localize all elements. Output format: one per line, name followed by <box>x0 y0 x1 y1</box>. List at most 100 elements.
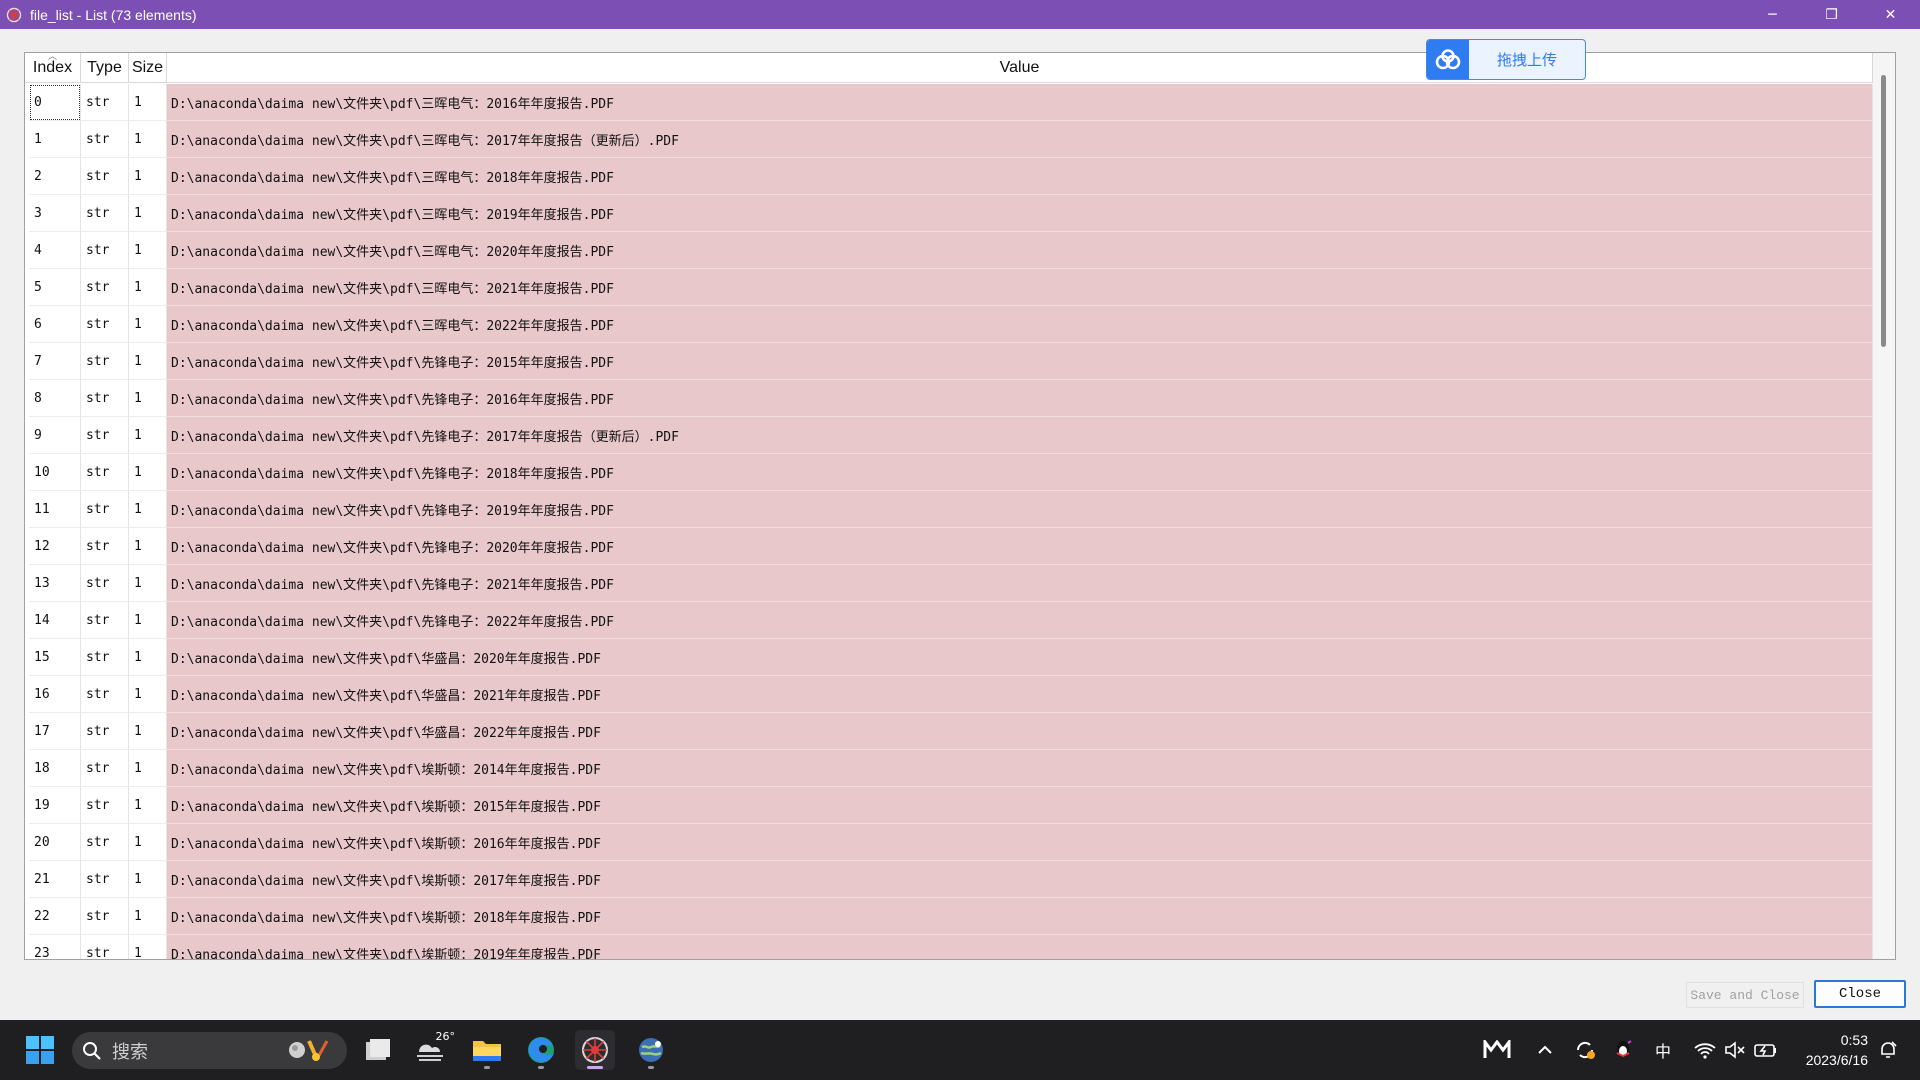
cell-index[interactable]: 19 <box>29 787 81 824</box>
cell-size[interactable]: 1 <box>129 787 167 824</box>
header-value[interactable]: Value <box>167 53 1873 83</box>
cell-value[interactable]: D:\anaconda\daima new\文件夹\pdf\埃斯顿：2015年年… <box>167 787 1873 824</box>
cell-size[interactable]: 1 <box>129 935 167 959</box>
list-table[interactable]: ︿ Index Type Size Value 0 str 1 D:\anaconda… <box>24 52 1896 960</box>
cell-value[interactable]: D:\anaconda\daima new\文件夹\pdf\华盛昌：2022年年… <box>167 713 1873 750</box>
cell-value[interactable]: D:\anaconda\daima new\文件夹\pdf\先锋电子：2018年… <box>167 454 1873 491</box>
cell-size[interactable]: 1 <box>129 84 167 121</box>
cell-index[interactable]: 10 <box>29 454 81 491</box>
cell-type[interactable]: str <box>81 639 129 676</box>
cell-value[interactable]: D:\anaconda\daima new\文件夹\pdf\埃斯顿：2016年年… <box>167 824 1873 861</box>
table-row[interactable]: 9 str 1 D:\anaconda\daima new\文件夹\pdf\先锋电子：… <box>29 417 1873 454</box>
cell-index[interactable]: 14 <box>29 602 81 639</box>
cell-type[interactable]: str <box>81 935 129 959</box>
cell-value[interactable]: D:\anaconda\daima new\文件夹\pdf\三晖电气：2016年… <box>167 84 1873 121</box>
header-type[interactable]: Type <box>81 53 129 83</box>
close-button[interactable]: Close <box>1814 980 1906 1008</box>
cell-type[interactable]: str <box>81 565 129 602</box>
cell-type[interactable]: str <box>81 269 129 306</box>
cell-index[interactable]: 11 <box>29 491 81 528</box>
cell-index[interactable]: 3 <box>29 195 81 232</box>
cell-index[interactable]: 12 <box>29 528 81 565</box>
cell-index[interactable]: 2 <box>29 158 81 195</box>
header-size[interactable]: Size <box>129 53 167 83</box>
qq-icon[interactable] <box>1613 1040 1633 1060</box>
cell-size[interactable]: 1 <box>129 565 167 602</box>
cell-type[interactable]: str <box>81 84 129 121</box>
table-row[interactable]: 14 str 1 D:\anaconda\daima new\文件夹\pdf\先锋电子… <box>29 602 1873 639</box>
windows-start-icon[interactable] <box>20 1030 60 1070</box>
minimize-button[interactable]: ─ <box>1743 0 1802 29</box>
table-row[interactable]: 0 str 1 D:\anaconda\daima new\文件夹\pdf\三晖电气：… <box>29 84 1873 121</box>
cell-size[interactable]: 1 <box>129 417 167 454</box>
cell-value[interactable]: D:\anaconda\daima new\文件夹\pdf\三晖电气：2017年… <box>167 121 1873 158</box>
cell-type[interactable]: str <box>81 195 129 232</box>
table-row[interactable]: 12 str 1 D:\anaconda\daima new\文件夹\pdf\先锋电子… <box>29 528 1873 565</box>
cell-size[interactable]: 1 <box>129 195 167 232</box>
cell-type[interactable]: str <box>81 898 129 935</box>
cell-value[interactable]: D:\anaconda\daima new\文件夹\pdf\华盛昌：2021年年… <box>167 676 1873 713</box>
cell-type[interactable]: str <box>81 343 129 380</box>
cell-index[interactable]: 20 <box>29 824 81 861</box>
cell-size[interactable]: 1 <box>129 750 167 787</box>
cell-value[interactable]: D:\anaconda\daima new\文件夹\pdf\三晖电气：2021年… <box>167 269 1873 306</box>
cell-type[interactable]: str <box>81 491 129 528</box>
cell-type[interactable]: str <box>81 454 129 491</box>
cell-size[interactable]: 1 <box>129 713 167 750</box>
table-row[interactable]: 4 str 1 D:\anaconda\daima new\文件夹\pdf\三晖电气：… <box>29 232 1873 269</box>
cell-type[interactable]: str <box>81 306 129 343</box>
cell-size[interactable]: 1 <box>129 898 167 935</box>
cell-type[interactable]: str <box>81 824 129 861</box>
table-row[interactable]: 16 str 1 D:\anaconda\daima new\文件夹\pdf\华盛昌：… <box>29 676 1873 713</box>
table-row[interactable]: 18 str 1 D:\anaconda\daima new\文件夹\pdf\埃斯顿：… <box>29 750 1873 787</box>
cell-type[interactable]: str <box>81 861 129 898</box>
cell-size[interactable]: 1 <box>129 306 167 343</box>
table-row[interactable]: 19 str 1 D:\anaconda\daima new\文件夹\pdf\埃斯顿：… <box>29 787 1873 824</box>
cell-index[interactable]: 18 <box>29 750 81 787</box>
cell-index[interactable]: 16 <box>29 676 81 713</box>
scrollbar-thumb[interactable] <box>1881 75 1886 347</box>
cell-value[interactable]: D:\anaconda\daima new\文件夹\pdf\埃斯顿：2018年年… <box>167 898 1873 935</box>
cell-size[interactable]: 1 <box>129 491 167 528</box>
cell-size[interactable]: 1 <box>129 121 167 158</box>
cell-size[interactable]: 1 <box>129 158 167 195</box>
system-clock[interactable]: 0:53 2023/6/16 <box>1806 1030 1868 1070</box>
chevron-up-icon[interactable] <box>1535 1040 1555 1060</box>
task-view-icon[interactable] <box>357 1030 397 1070</box>
ime-indicator[interactable]: 中 <box>1652 1040 1674 1061</box>
table-row[interactable]: 8 str 1 D:\anaconda\daima new\文件夹\pdf\先锋电子：… <box>29 380 1873 417</box>
cell-size[interactable]: 1 <box>129 343 167 380</box>
cell-value[interactable]: D:\anaconda\daima new\文件夹\pdf\先锋电子：2015年… <box>167 343 1873 380</box>
cell-value[interactable]: D:\anaconda\daima new\文件夹\pdf\三晖电气：2019年… <box>167 195 1873 232</box>
cell-value[interactable]: D:\anaconda\daima new\文件夹\pdf\先锋电子：2017年… <box>167 417 1873 454</box>
cell-type[interactable]: str <box>81 158 129 195</box>
cell-index[interactable]: 5 <box>29 269 81 306</box>
table-row[interactable]: 17 str 1 D:\anaconda\daima new\文件夹\pdf\华盛昌：… <box>29 713 1873 750</box>
cell-value[interactable]: D:\anaconda\daima new\文件夹\pdf\三晖电气：2020年… <box>167 232 1873 269</box>
close-window-button[interactable]: ✕ <box>1861 0 1920 29</box>
cell-type[interactable]: str <box>81 528 129 565</box>
cell-value[interactable]: D:\anaconda\daima new\文件夹\pdf\三晖电气：2022年… <box>167 306 1873 343</box>
table-row[interactable]: 10 str 1 D:\anaconda\daima new\文件夹\pdf\先锋电子… <box>29 454 1873 491</box>
cell-index[interactable]: 6 <box>29 306 81 343</box>
cell-size[interactable]: 1 <box>129 602 167 639</box>
file-explorer-icon[interactable] <box>467 1030 507 1070</box>
cell-type[interactable]: str <box>81 750 129 787</box>
taskbar-search[interactable]: 搜索 <box>72 1032 347 1069</box>
cell-index[interactable]: 23 <box>29 935 81 959</box>
table-row[interactable]: 7 str 1 D:\anaconda\daima new\文件夹\pdf\先锋电子：… <box>29 343 1873 380</box>
table-row[interactable]: 22 str 1 D:\anaconda\daima new\文件夹\pdf\埃斯顿：… <box>29 898 1873 935</box>
cell-value[interactable]: D:\anaconda\daima new\文件夹\pdf\先锋电子：2022年… <box>167 602 1873 639</box>
globe-app-icon[interactable] <box>631 1030 671 1070</box>
table-row[interactable]: 13 str 1 D:\anaconda\daima new\文件夹\pdf\先锋电子… <box>29 565 1873 602</box>
notification-icon[interactable] <box>1876 1040 1900 1060</box>
table-row[interactable]: 20 str 1 D:\anaconda\daima new\文件夹\pdf\埃斯顿：… <box>29 824 1873 861</box>
cell-index[interactable]: 22 <box>29 898 81 935</box>
cell-value[interactable]: D:\anaconda\daima new\文件夹\pdf\埃斯顿：2017年年… <box>167 861 1873 898</box>
cell-type[interactable]: str <box>81 713 129 750</box>
table-row[interactable]: 15 str 1 D:\anaconda\daima new\文件夹\pdf\华盛昌：… <box>29 639 1873 676</box>
m-app-icon[interactable] <box>1482 1040 1512 1060</box>
cell-size[interactable]: 1 <box>129 232 167 269</box>
cell-value[interactable]: D:\anaconda\daima new\文件夹\pdf\先锋电子：2021年… <box>167 565 1873 602</box>
edge-browser-icon[interactable] <box>521 1030 561 1070</box>
